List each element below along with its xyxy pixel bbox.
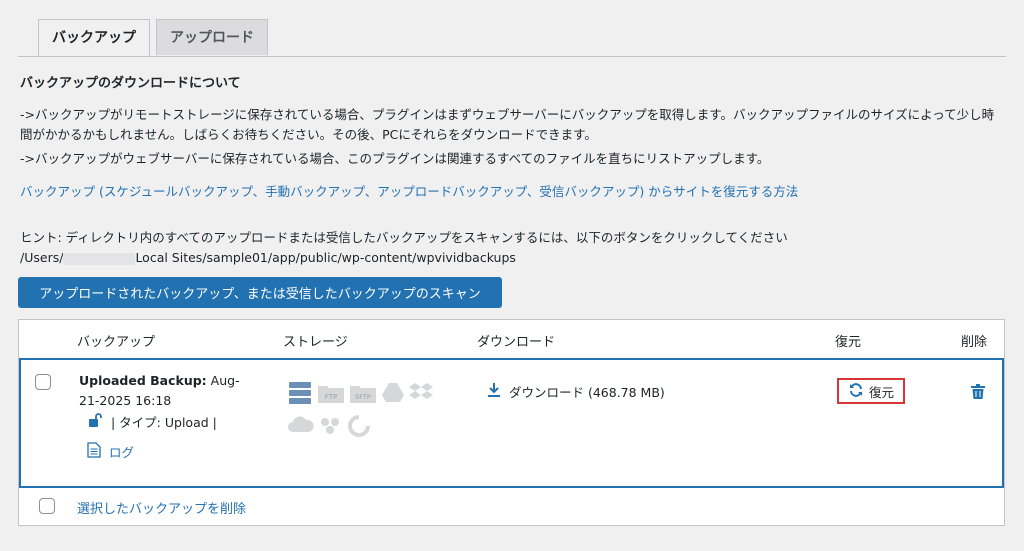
s3-icon [321,418,339,434]
ftp-icon: FTP [318,386,344,403]
document-icon [87,442,101,461]
local-storage-note: ->バックアップがウェブサーバーに保存されている場合、このプラグインは関連するす… [20,151,770,166]
log-link[interactable]: ログ [87,442,134,461]
row-checkbox[interactable] [35,374,51,390]
backblaze-icon [348,415,370,437]
download-icon [487,382,501,401]
restore-label[interactable]: 復元 [869,382,894,401]
backup-table: バックアップ ストレージ ダウンロード 復元 削除 Uploaded Backu… [18,319,1005,526]
backup-name: Uploaded Backup: Aug-21-2025 16:18 [79,371,249,411]
download-label[interactable]: ダウンロード (468.78 MB) [509,382,665,401]
unlock-icon[interactable] [87,412,103,431]
sftp-icon: SFTP [350,386,376,403]
trash-icon[interactable] [971,384,985,404]
onedrive-icon [288,416,314,432]
svg-text:FTP: FTP [325,393,337,401]
svg-text:SFTP: SFTP [355,393,371,401]
dropbox-icon [409,383,433,399]
header-backup: バックアップ [77,335,156,350]
tab-bar: バックアップ アップロード [38,19,274,57]
download-link[interactable]: ダウンロード (468.78 MB) [487,382,665,401]
server-icon [289,382,311,404]
refresh-icon [848,382,864,401]
google-drive-icon [382,383,404,402]
hint-text: ヒント: ディレクトリ内のすべてのアップロードまたは受信したバックアップをスキャ… [20,230,788,245]
redacted-username [63,252,136,265]
backup-type-label: Uploaded Backup: [79,373,207,388]
restore-howto-link[interactable]: バックアップ (スケジュールバックアップ、手動バックアップ、アップロードバックア… [20,182,1005,202]
header-download: ダウンロード [477,335,556,350]
remote-storage-note: ->バックアップがリモートストレージに保存されている場合、プラグインはまずウェブ… [20,107,995,142]
restore-button[interactable]: 復元 [837,378,905,404]
tab-backup[interactable]: バックアップ [38,19,150,57]
tab-upload[interactable]: アップロード [156,19,268,55]
path-suffix: Local Sites/sample01/app/public/wp-conte… [135,250,516,265]
backup-path: /Users/Local Sites/sample01/app/public/w… [20,248,1005,268]
delete-selected-link[interactable]: 選択したバックアップを削除 [77,498,246,517]
tab-divider [18,56,1006,57]
select-all-checkbox[interactable] [39,498,55,514]
backup-type-line: | タイプ: Upload | [87,412,217,431]
path-prefix: /Users/ [20,250,64,265]
backup-type-text: | タイプ: Upload | [111,415,217,430]
header-storage: ストレージ [283,335,348,350]
log-label[interactable]: ログ [109,442,134,461]
header-restore: 復元 [835,335,862,350]
header-delete: 削除 [961,335,988,350]
scan-backups-button[interactable]: アップロードされたバックアップ、または受信したバックアップのスキャン [18,277,502,308]
table-row: Uploaded Backup: Aug-21-2025 16:18 | タイプ… [19,358,1004,488]
section-title: バックアップのダウンロードについて [20,76,241,91]
